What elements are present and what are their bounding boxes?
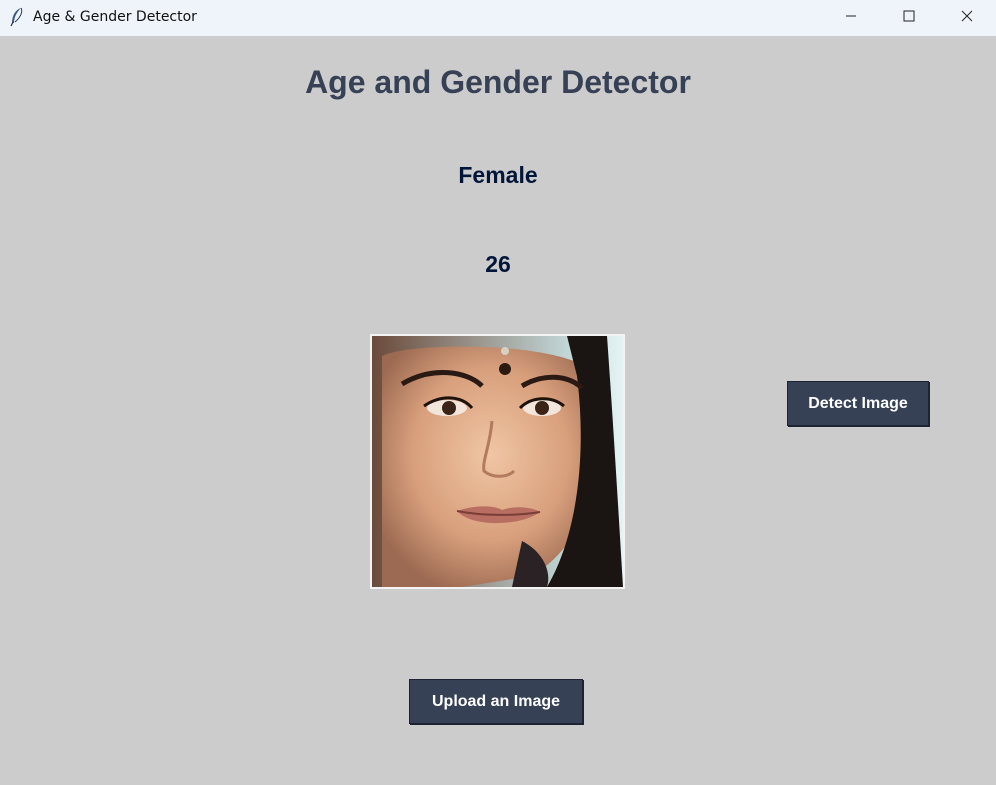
page-title: Age and Gender Detector	[305, 64, 691, 100]
maximize-icon	[903, 9, 915, 27]
close-button[interactable]	[938, 0, 996, 36]
minimize-button[interactable]	[822, 0, 880, 36]
minimize-icon	[845, 9, 857, 27]
app-content: Age and Gender Detector Female 26 Detect…	[0, 36, 996, 785]
title-bar[interactable]: Age & Gender Detector	[0, 0, 996, 36]
detect-image-button[interactable]: Detect Image	[787, 381, 929, 426]
upload-image-button[interactable]: Upload an Image	[409, 679, 583, 724]
gender-result: Female	[458, 162, 538, 188]
window-title: Age & Gender Detector	[33, 9, 197, 25]
maximize-button[interactable]	[880, 0, 938, 36]
app-window: Age & Gender Detector Age and Gender Det…	[0, 0, 996, 785]
uploaded-image	[370, 334, 625, 589]
age-result: 26	[485, 251, 511, 277]
close-icon	[961, 9, 973, 27]
feather-icon	[9, 7, 25, 27]
